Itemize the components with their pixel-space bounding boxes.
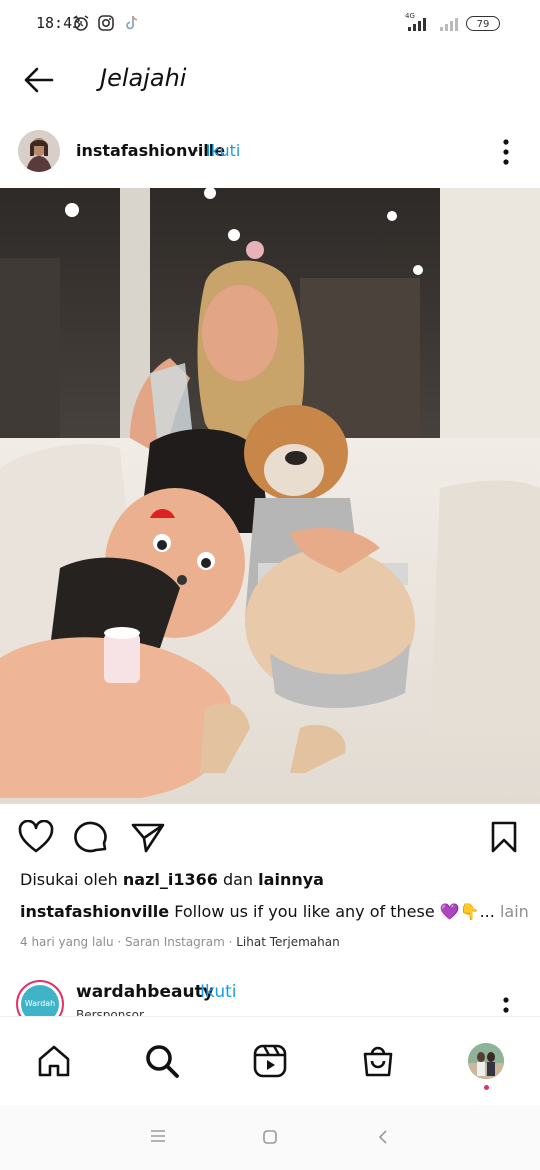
profile-icon xyxy=(468,1043,504,1079)
home-square-icon[interactable] xyxy=(262,1129,278,1145)
post-actions xyxy=(0,806,540,866)
caption-text: Follow us if you like any of these 💜👇... xyxy=(174,902,495,921)
back-chevron-icon[interactable] xyxy=(376,1129,390,1145)
next-follow-button[interactable]: Ikuti xyxy=(200,982,237,1002)
tiktok-icon xyxy=(126,15,138,30)
caption: instafashionville Follow us if you like … xyxy=(20,902,530,921)
nav-shop[interactable] xyxy=(354,1037,402,1085)
post-time: 4 hari yang lalu · Saran Instagram · xyxy=(20,935,233,949)
avatar-image xyxy=(18,130,60,172)
bookmark-icon[interactable] xyxy=(488,820,520,854)
signal-icon xyxy=(408,18,426,31)
separator-dot: · xyxy=(188,982,194,1002)
reels-icon xyxy=(253,1044,287,1078)
menu-icon[interactable] xyxy=(150,1129,166,1143)
caption-more-link[interactable]: lainnya xyxy=(500,902,530,921)
translate-link[interactable]: Lihat Terjemahan xyxy=(236,935,339,949)
profile-photo xyxy=(468,1043,504,1079)
nav-profile[interactable] xyxy=(462,1037,510,1090)
app-bar: Jelajahi xyxy=(0,48,540,112)
likes-prefix: Disukai oleh xyxy=(20,870,118,889)
post-header: instafashionville · Ikuti xyxy=(0,120,540,184)
nav-search[interactable] xyxy=(138,1037,186,1085)
post-username[interactable]: instafashionville xyxy=(76,141,225,160)
sponsor-logo: Wardah xyxy=(21,985,59,1018)
home-icon xyxy=(38,1045,70,1077)
avatar[interactable] xyxy=(18,130,60,172)
likes-others[interactable]: lainnya xyxy=(258,870,324,889)
more-options-icon[interactable] xyxy=(496,992,516,1018)
post-image[interactable] xyxy=(0,188,540,804)
more-options-icon[interactable] xyxy=(496,134,516,170)
system-nav-bar xyxy=(0,1105,540,1170)
notification-dot xyxy=(484,1085,489,1090)
follow-button[interactable]: Ikuti xyxy=(206,141,240,160)
alarm-icon xyxy=(73,15,89,31)
search-icon xyxy=(146,1045,179,1078)
post-photo xyxy=(0,188,540,804)
like-icon[interactable] xyxy=(18,820,54,854)
nav-home[interactable] xyxy=(30,1037,78,1085)
caption-user[interactable]: instafashionville xyxy=(20,902,169,921)
status-bar: 18:43 4G 79 xyxy=(0,0,540,48)
instagram-icon xyxy=(98,15,114,31)
shop-icon xyxy=(363,1046,393,1077)
likes-line: Disukai oleh nazl_i1366 dan lainnya xyxy=(20,870,324,889)
signal-2-icon xyxy=(440,18,458,31)
share-icon[interactable] xyxy=(130,820,166,854)
next-post-header: Wardah wardahbeauty · Ikuti Bersponsor xyxy=(0,970,540,1018)
nav-reels[interactable] xyxy=(246,1037,294,1085)
likes-mid: dan xyxy=(222,870,254,889)
back-arrow-icon[interactable] xyxy=(18,62,58,98)
battery-icon: 79 xyxy=(466,16,500,31)
likes-user[interactable]: nazl_i1366 xyxy=(123,870,218,889)
bottom-nav xyxy=(0,1016,540,1105)
comment-icon[interactable] xyxy=(74,820,110,854)
separator-dot: · xyxy=(194,141,200,160)
sponsor-avatar[interactable]: Wardah xyxy=(16,980,64,1018)
post-meta: 4 hari yang lalu · Saran Instagram · Lih… xyxy=(20,935,340,949)
page-title: Jelajahi xyxy=(100,64,187,92)
